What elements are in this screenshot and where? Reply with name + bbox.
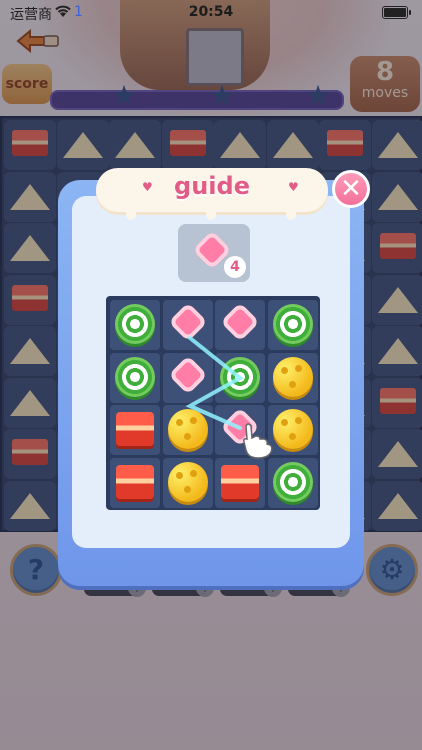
tutorial-cell	[162, 457, 213, 508]
red-cake-icon	[116, 412, 154, 446]
status-bar: 运营商 1 20:54	[0, 0, 422, 26]
close-button[interactable]: ✕	[332, 170, 370, 208]
cheese-icon	[272, 356, 313, 397]
tutorial-cell	[267, 457, 318, 508]
goal-tile: 4	[178, 224, 250, 282]
cream-drip	[206, 206, 216, 220]
tutorial-cell	[267, 300, 318, 350]
green-swirl-macaron-icon	[272, 461, 313, 502]
tutorial-cell	[110, 405, 160, 455]
red-cake-icon	[221, 464, 259, 499]
cheese-icon	[167, 461, 208, 502]
dialog-title: guide	[174, 172, 250, 200]
tutorial-cell	[110, 352, 160, 403]
green-swirl-macaron-icon	[115, 356, 155, 397]
pointer-hand-icon	[243, 423, 273, 459]
cream-drip	[286, 206, 296, 220]
tutorial-cell	[110, 300, 160, 350]
battery-icon	[382, 6, 411, 19]
goal-count: 4	[224, 256, 246, 278]
tutorial-cell	[267, 352, 318, 403]
cheese-icon	[272, 409, 313, 449]
cream-drip	[126, 206, 136, 220]
green-swirl-macaron-icon	[272, 304, 313, 344]
green-swirl-macaron-icon	[115, 304, 155, 344]
tutorial-cell	[110, 457, 160, 508]
red-cake-icon	[116, 464, 154, 499]
clock: 20:54	[188, 4, 234, 20]
tutorial-cell	[215, 457, 265, 508]
